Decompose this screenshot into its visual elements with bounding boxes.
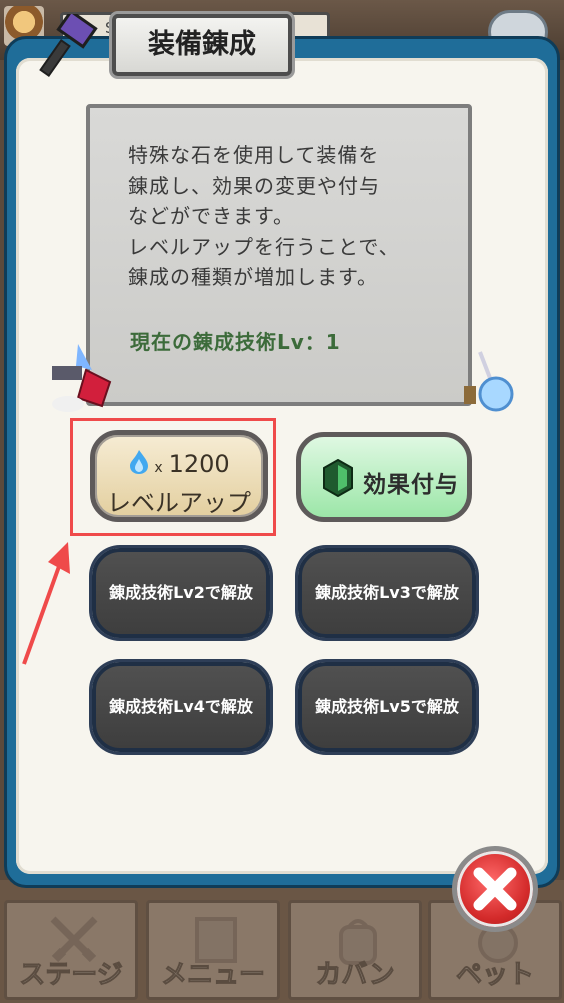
nav-tab-label: メニュー — [160, 960, 265, 991]
level-up-label: レベルアップ — [107, 489, 251, 517]
effect-apply-label: 効果付与 — [363, 472, 459, 498]
locked-lv5-button[interactable]: 錬成技術Lv5で解放 — [298, 662, 476, 752]
nav-tab-label: ペット — [455, 960, 534, 991]
nav-tab-label: カバン — [315, 960, 395, 991]
pointer-arrow — [22, 542, 70, 665]
close-button[interactable] — [452, 846, 538, 932]
cost-value: 1200 — [168, 450, 230, 478]
effect-apply-button[interactable]: 効果付与 — [296, 432, 472, 522]
crystal-character-icon — [464, 351, 514, 412]
locked-lv2-button[interactable]: 錬成技術Lv2で解放 — [92, 548, 270, 638]
hammer-icon — [39, 14, 98, 78]
dialog-title: 装備錬成 — [112, 14, 292, 76]
level-up-button[interactable]: x 1200 レベルアップ — [90, 430, 268, 522]
level-up-cost: x 1200 — [95, 449, 263, 478]
nav-tab-menu[interactable]: メニュー — [146, 900, 280, 1000]
nav-tab-label: ステージ — [19, 960, 123, 991]
close-icon — [473, 867, 517, 911]
nav-tab-bag[interactable]: カバン — [288, 900, 422, 1000]
description-text: 特殊な石を使用して装備を 錬成し、効果の変更や付与 などができます。 レベルアッ… — [128, 143, 400, 289]
flame-icon — [130, 450, 149, 474]
locked-lv3-button[interactable]: 錬成技術Lv3で解放 — [298, 548, 476, 638]
skill-level-text: 現在の錬成技術Lv：1 — [130, 330, 341, 354]
locked-lv4-button[interactable]: 錬成技術Lv4で解放 — [92, 662, 270, 752]
gem-character-icon — [52, 344, 112, 412]
cost-prefix: x — [154, 460, 163, 476]
nav-tab-stage[interactable]: ステージ — [4, 900, 138, 1000]
green-gem-icon — [323, 459, 353, 497]
